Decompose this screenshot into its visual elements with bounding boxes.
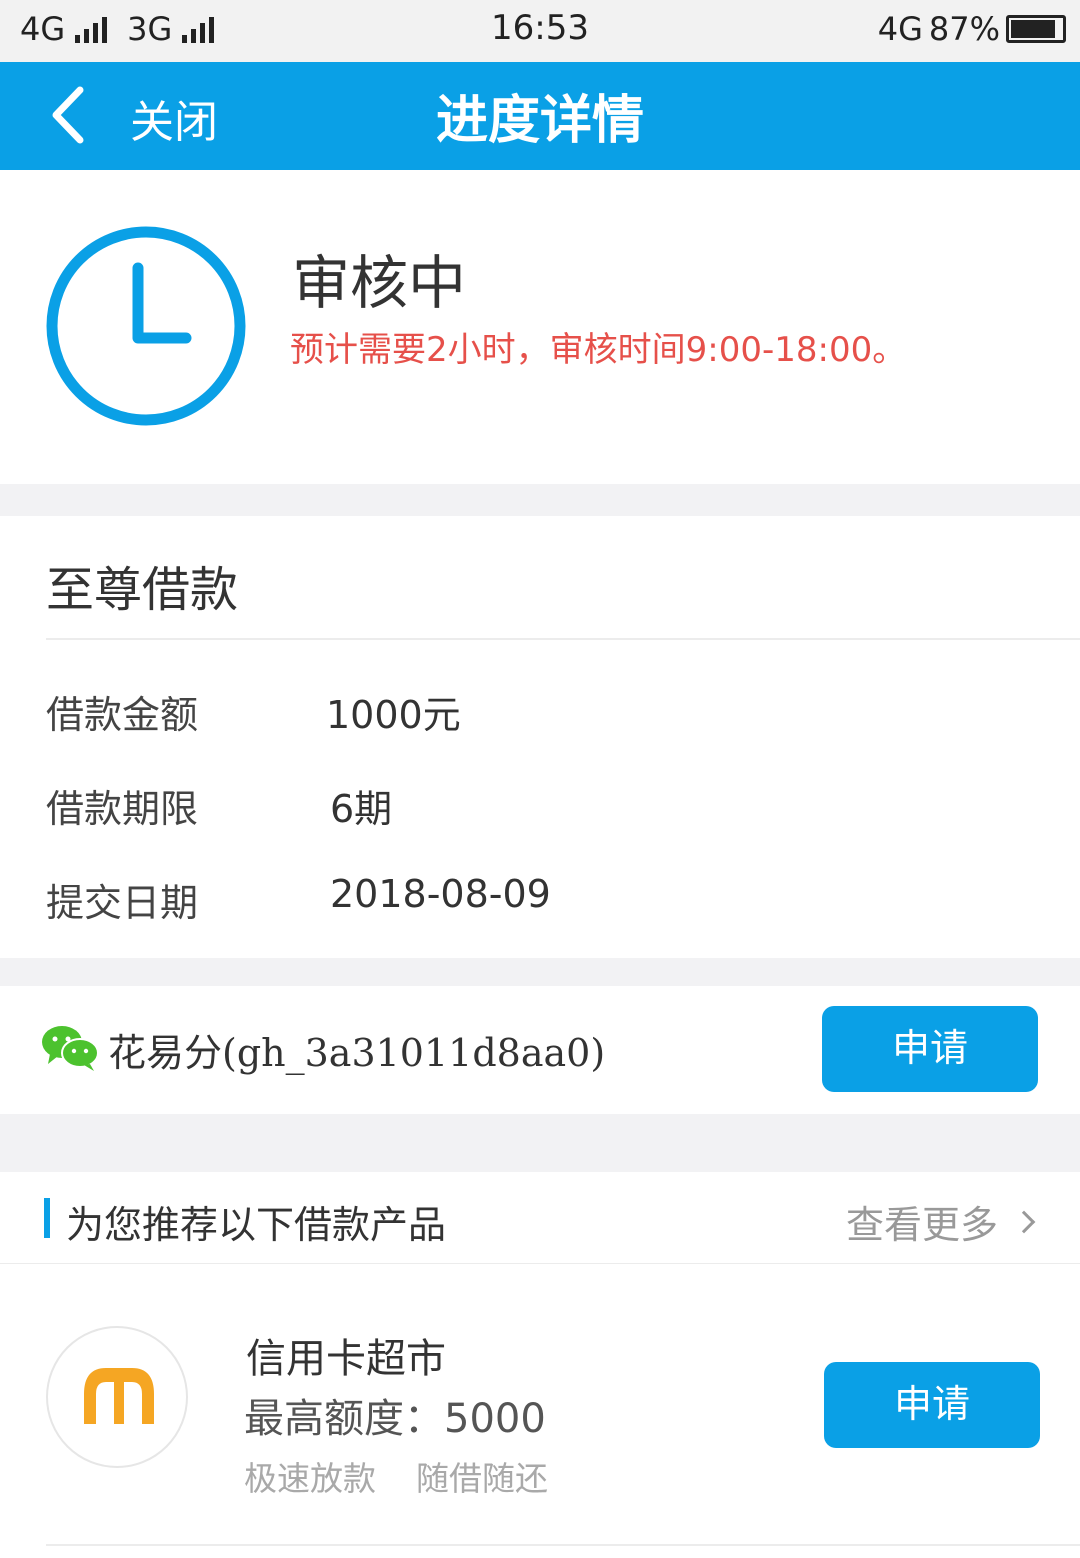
network-type-3: 4G xyxy=(877,10,923,48)
submit-date-value: 2018-08-09 xyxy=(330,872,551,916)
loan-amount-value: 1000元 xyxy=(326,693,461,737)
wechat-icon xyxy=(42,1026,99,1071)
recommend-header: 为您推荐以下借款产品 查看更多 xyxy=(0,1172,1080,1264)
chevron-right-icon xyxy=(1012,1210,1036,1233)
clock-icon xyxy=(46,226,246,426)
status-bar: 4G 3G 16:53 4G 87% xyxy=(0,0,1080,62)
loan-term-value: 6期 xyxy=(330,787,393,831)
product-logo xyxy=(46,1326,188,1468)
loan-amount-label: 借款金额 xyxy=(46,693,199,737)
status-note: 预计需要2小时，审核时间9:00-18:00。 xyxy=(290,330,907,370)
recommend-title: 为您推荐以下借款产品 xyxy=(66,1203,447,1247)
wechat-apply-button[interactable]: 申请 xyxy=(822,1006,1038,1092)
loan-details-card: 至尊借款 借款金额 1000元 借款期限 6期 提交日期 2018-08-09 xyxy=(0,516,1080,958)
loan-term-label: 借款期限 xyxy=(46,787,199,831)
battery-group: 4G 87% xyxy=(878,10,1066,48)
page-title: 进度详情 xyxy=(435,91,644,151)
section-gap xyxy=(0,958,1080,986)
section-gap xyxy=(0,1114,1080,1172)
divider xyxy=(46,1544,1080,1546)
product-tags: 极速放款 随借随还 xyxy=(244,1452,548,1500)
divider xyxy=(46,638,1080,640)
battery-percent: 87% xyxy=(928,10,1000,48)
status-title: 审核中 xyxy=(292,249,467,317)
product-name: 信用卡超市 xyxy=(246,1336,446,1382)
submit-date-label: 提交日期 xyxy=(46,881,199,925)
product-tag: 随借随还 xyxy=(416,1459,548,1498)
loan-product-title: 至尊借款 xyxy=(46,562,239,618)
review-status-card: 审核中 预计需要2小时，审核时间9:00-18:00。 xyxy=(0,170,1080,484)
wechat-account-name: 花易分(gh_3a31011d8aa0) xyxy=(108,1031,606,1075)
wechat-account-row: 花易分(gh_3a31011d8aa0) 申请 xyxy=(0,986,1080,1114)
view-more-label: 查看更多 xyxy=(845,1203,998,1247)
nav-bar: 关闭 进度详情 xyxy=(0,62,1080,170)
product-item[interactable]: 信用卡超市 最高额度：5000 极速放款 随借随还 申请 xyxy=(0,1264,1080,1558)
arch-logo-icon xyxy=(84,1368,154,1424)
product-tag: 极速放款 xyxy=(244,1459,376,1498)
product-limit: 最高额度：5000 xyxy=(244,1396,546,1442)
section-gap xyxy=(0,484,1080,516)
section-accent-bar xyxy=(44,1198,50,1238)
view-more-link[interactable]: 查看更多 xyxy=(845,1194,1036,1249)
battery-icon xyxy=(1006,15,1066,43)
product-apply-button[interactable]: 申请 xyxy=(824,1362,1040,1448)
